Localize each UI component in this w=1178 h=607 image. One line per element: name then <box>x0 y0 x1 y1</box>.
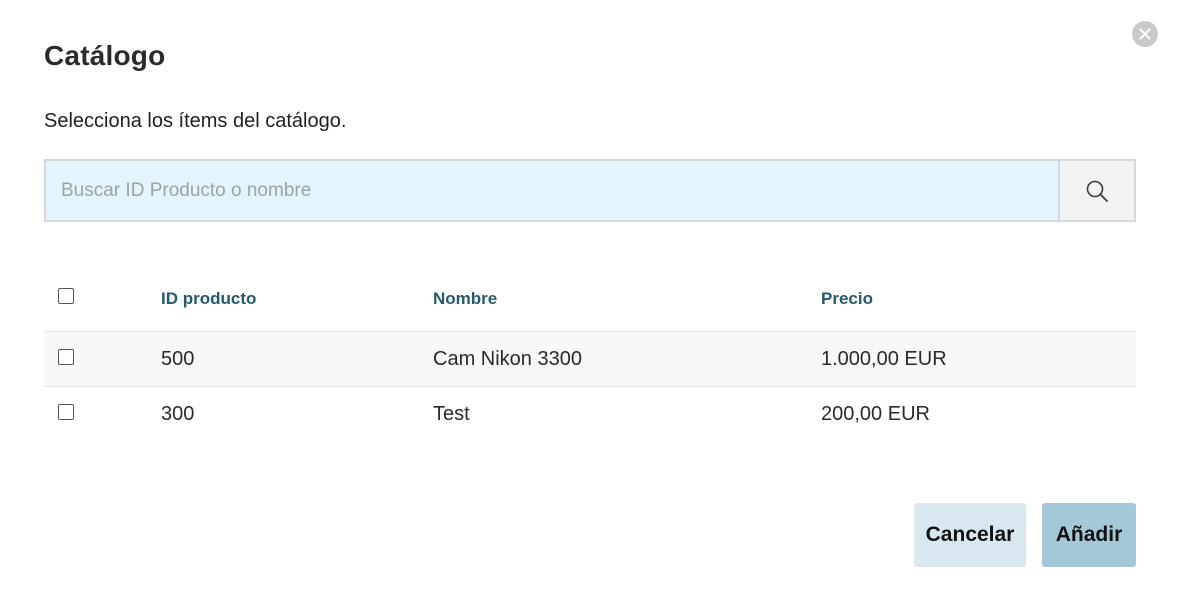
product-id-cell: 500 <box>161 347 195 370</box>
product-price-cell: 1.000,00 EUR <box>821 347 947 370</box>
product-id-cell: 300 <box>161 402 195 425</box>
dialog-subtitle: Selecciona los ítems del catálogo. <box>44 110 347 132</box>
catalog-table: ID producto Nombre Precio 500 Cam Nikon … <box>44 266 1136 441</box>
search-icon <box>1086 180 1108 202</box>
catalog-dialog: Catálogo Selecciona los ítems del catálo… <box>0 0 1178 607</box>
product-name-cell: Test <box>433 402 470 425</box>
search-button[interactable] <box>1058 161 1134 220</box>
table-row[interactable]: 300 Test 200,00 EUR <box>44 387 1136 441</box>
add-button[interactable]: Añadir <box>1042 503 1136 567</box>
select-all-checkbox[interactable] <box>58 288 74 304</box>
row-checkbox[interactable] <box>58 403 74 420</box>
column-header-id[interactable]: ID producto <box>161 289 433 309</box>
cancel-button[interactable]: Cancelar <box>914 503 1026 567</box>
product-price-cell: 200,00 EUR <box>821 402 930 425</box>
close-button[interactable] <box>1132 21 1158 47</box>
search-bar <box>44 159 1136 222</box>
product-name-cell: Cam Nikon 3300 <box>433 347 582 370</box>
column-header-name[interactable]: Nombre <box>433 289 821 309</box>
dialog-title: Catálogo <box>44 40 166 71</box>
search-input[interactable] <box>46 161 1058 220</box>
column-header-price[interactable]: Precio <box>821 289 1136 309</box>
table-row[interactable]: 500 Cam Nikon 3300 1.000,00 EUR <box>44 332 1136 387</box>
close-icon <box>1139 28 1151 40</box>
row-checkbox[interactable] <box>58 348 74 365</box>
table-header: ID producto Nombre Precio <box>44 266 1136 332</box>
